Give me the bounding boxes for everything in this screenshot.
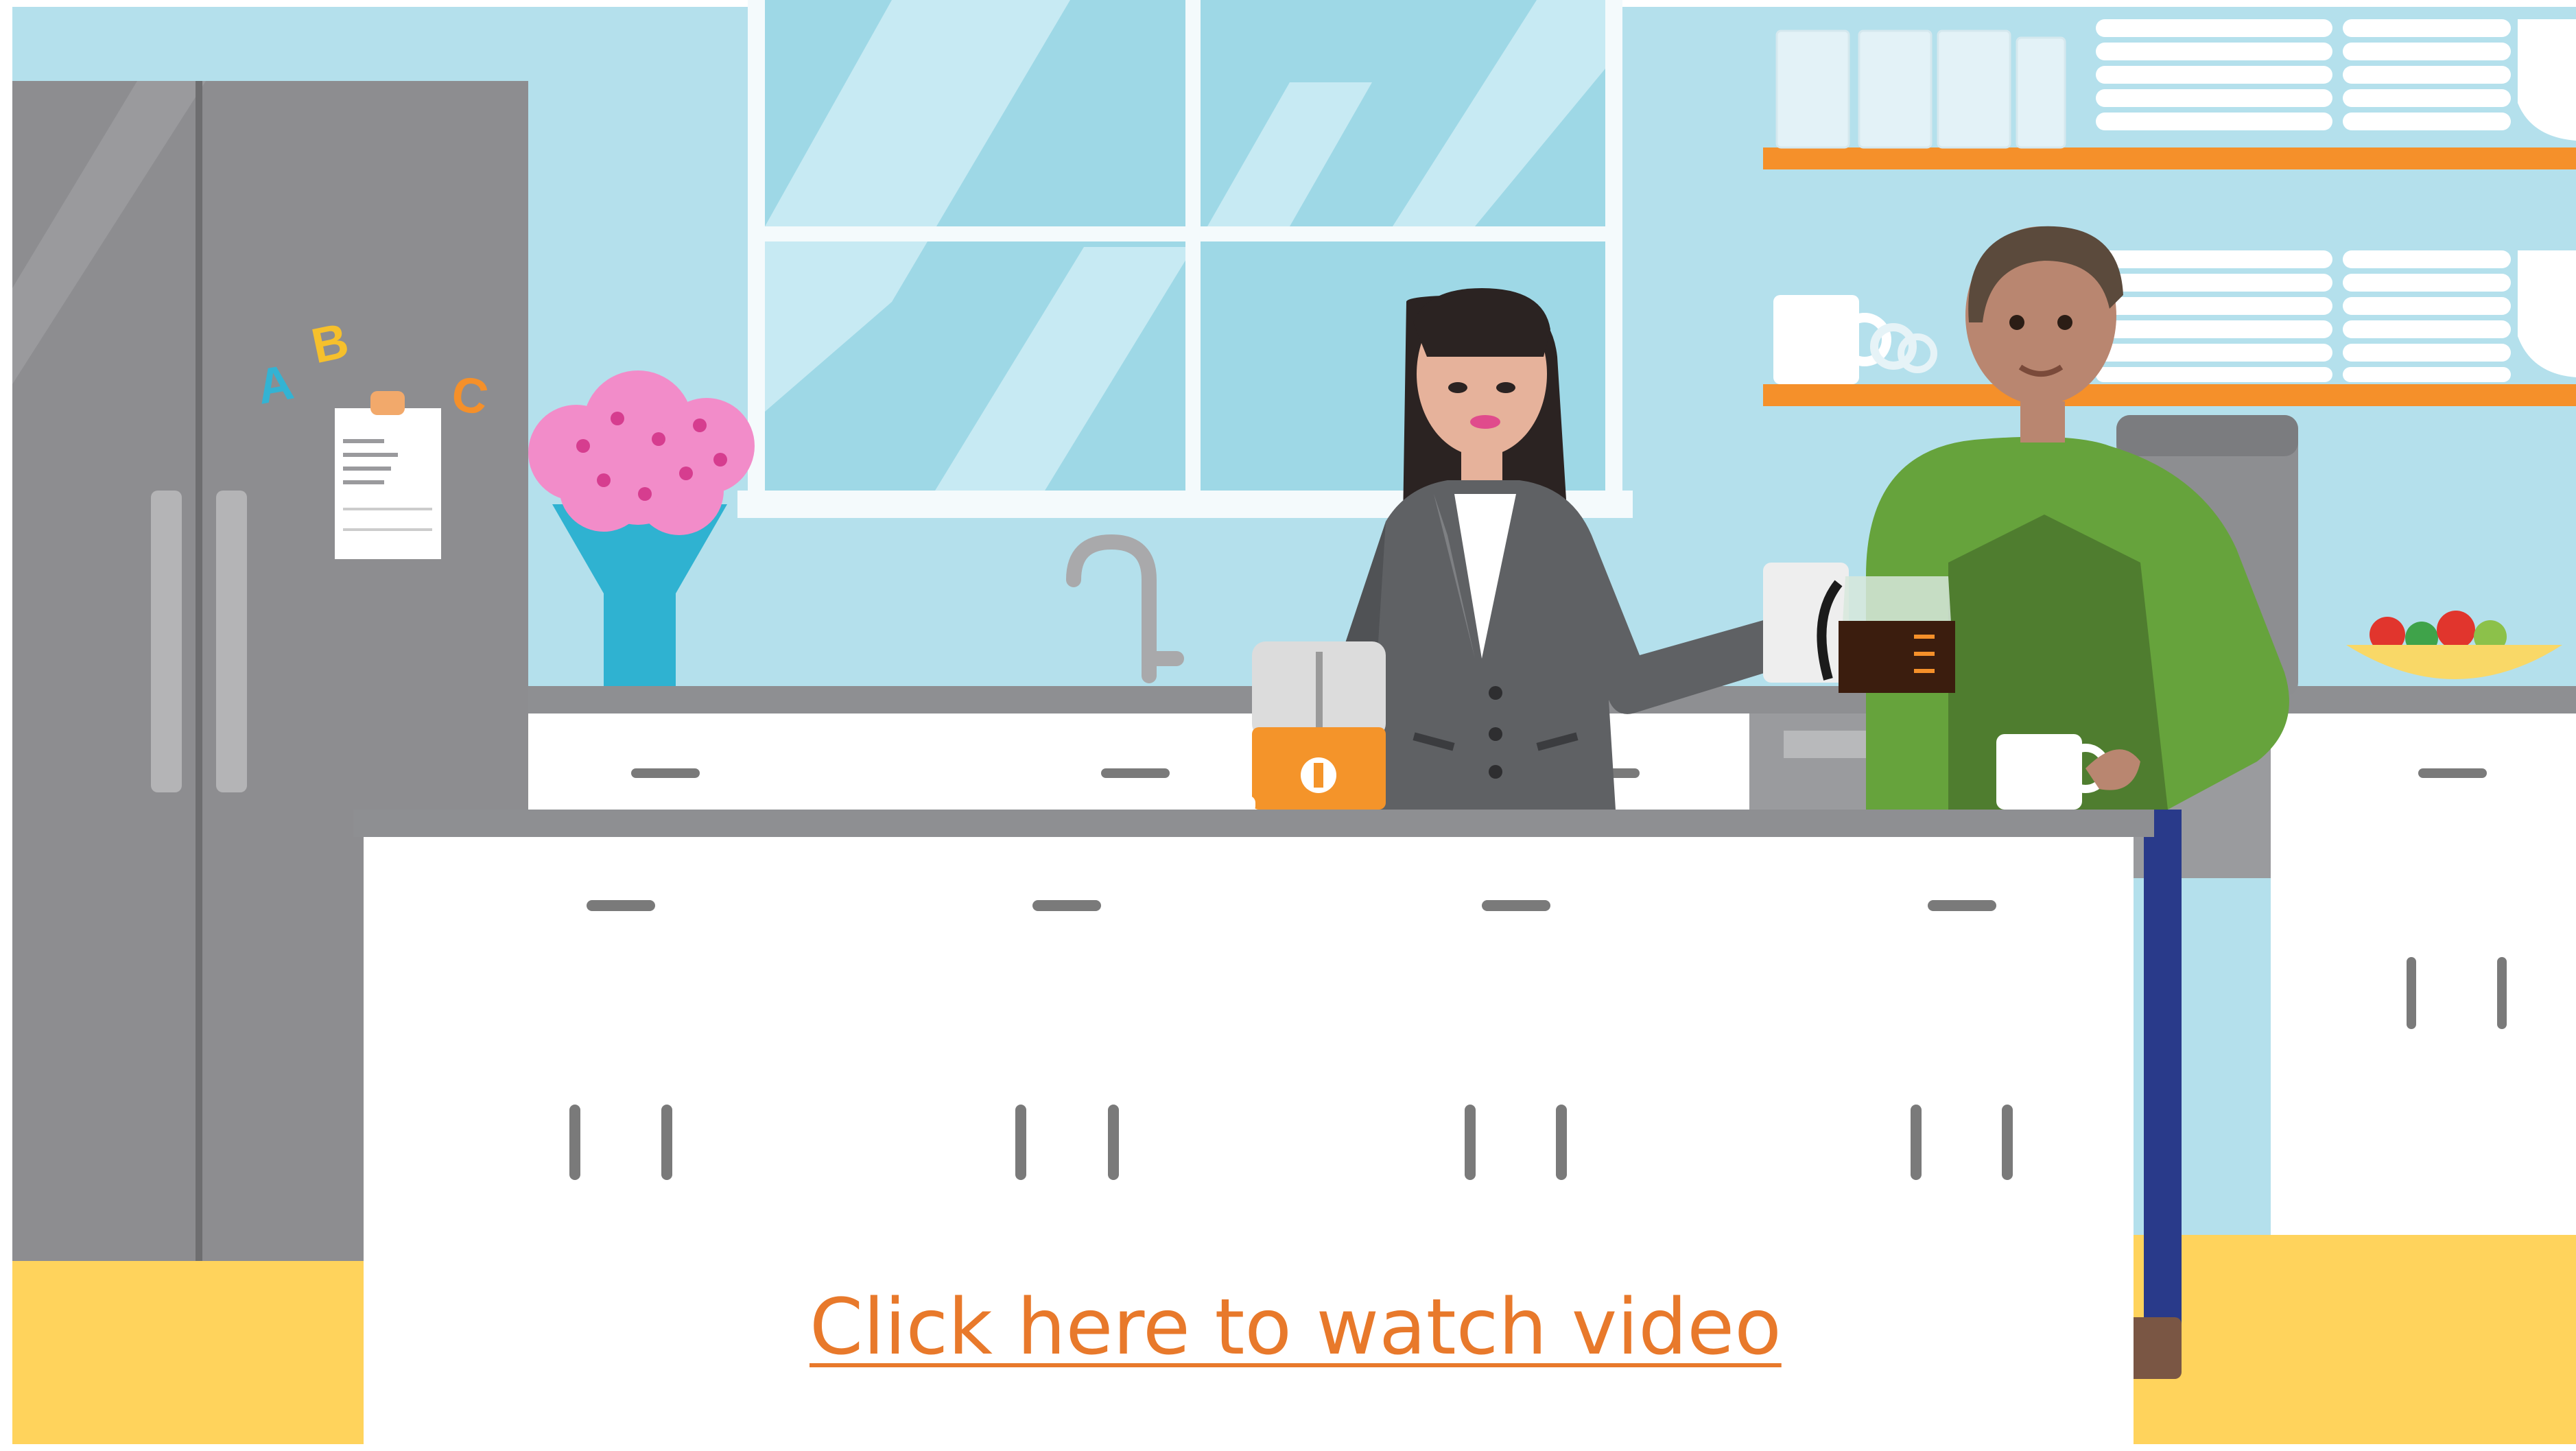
watch-video-link[interactable]: Click here to watch video: [810, 1283, 1782, 1372]
glasses-icon: [1775, 30, 2066, 149]
coffee-pot-icon: [1763, 563, 1955, 693]
clipboard-icon: [335, 391, 441, 559]
kitchen-illustration: A B C: [0, 0, 2576, 1451]
